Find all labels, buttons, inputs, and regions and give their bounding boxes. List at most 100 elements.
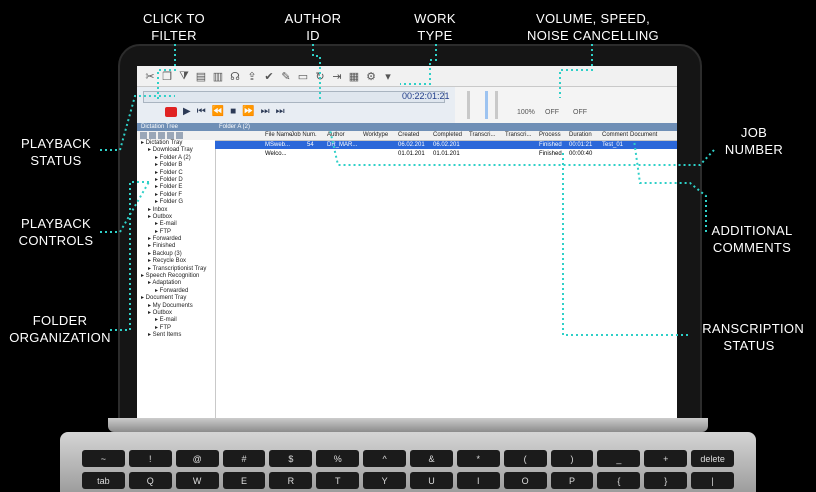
skip-forward-icon[interactable]: ⏭ xyxy=(261,106,270,117)
column-header[interactable]: Created xyxy=(398,132,419,138)
tree-item[interactable]: ▸ Folder A (2) xyxy=(137,155,215,162)
callout-folder-organization: FOLDER ORGANIZATION xyxy=(9,313,111,345)
tree-item[interactable]: ▸ Forwarded xyxy=(137,236,215,243)
keyboard-key: I xyxy=(456,472,500,489)
skip-back-icon[interactable]: ⏮ xyxy=(197,106,206,117)
export-icon[interactable]: ⇪ xyxy=(245,69,259,83)
callout-playback-controls: PLAYBACK CONTROLS xyxy=(18,216,94,248)
column-header[interactable]: Process xyxy=(539,132,561,138)
table-cell: 01.01.201 xyxy=(433,151,460,157)
tree-item[interactable]: ▸ Outbox xyxy=(137,310,215,317)
callout-work-type: WORK TYPE xyxy=(414,11,456,43)
tree-item[interactable]: ▸ Adaptation xyxy=(137,280,215,287)
tree-item[interactable]: ▸ E-mail xyxy=(137,221,215,228)
tree-item[interactable]: ▸ Inbox xyxy=(137,207,215,214)
column-header[interactable]: Document xyxy=(630,132,657,138)
keyboard-key: delete xyxy=(691,450,735,467)
dropdown-icon[interactable]: ▾ xyxy=(381,69,395,83)
stop-icon[interactable]: ■ xyxy=(230,106,236,117)
keyboard-key: $ xyxy=(269,450,313,467)
callout-author-id: AUTHOR ID xyxy=(284,11,342,43)
keyboard-key: E xyxy=(222,472,266,489)
tree-item[interactable]: ▸ Folder F xyxy=(137,192,215,199)
playback-status-bar[interactable]: 00:22:01:21 xyxy=(143,91,450,103)
table-cell: 06.02.201 xyxy=(398,142,425,148)
callout-volume-speed: VOLUME, SPEED, NOISE CANCELLING xyxy=(527,11,659,43)
tree-item[interactable]: ▸ Outbox xyxy=(137,214,215,221)
record-button[interactable] xyxy=(165,106,177,117)
table-cell: Finished xyxy=(539,151,562,157)
time-display: 00:22:01:21 xyxy=(402,91,450,101)
column-header[interactable]: Transcri... xyxy=(505,132,531,138)
column-header[interactable]: Comment xyxy=(602,132,628,138)
tree-item[interactable]: ▸ Folder C xyxy=(137,170,215,177)
playback-controls: ▶ ⏮ ⏪ ■ ⏩ ⏭ ⏭ xyxy=(165,106,285,117)
tree-item[interactable]: ▸ Finished xyxy=(137,243,215,250)
rewind-icon[interactable]: ⏪ xyxy=(212,106,224,117)
tree-item[interactable]: ▸ My Documents xyxy=(137,303,215,310)
tree-item[interactable]: ▸ Transcriptionist Tray xyxy=(137,266,215,273)
keyboard-key: Y xyxy=(363,472,407,489)
keyboard-key: W xyxy=(175,472,219,489)
callout-click-to-filter: CLICK TO FILTER xyxy=(143,11,205,43)
fast-forward-icon[interactable]: ⏩ xyxy=(242,106,254,117)
keyboard-key: @ xyxy=(175,450,219,467)
column-header[interactable]: Duration xyxy=(569,132,592,138)
volume-slider[interactable] xyxy=(467,91,470,119)
cut-icon[interactable]: ✂ xyxy=(143,69,157,83)
tree-item[interactable]: ▸ Folder G xyxy=(137,199,215,206)
column-header[interactable]: Worktype xyxy=(363,132,388,138)
grid-icon[interactable]: ▦ xyxy=(347,69,361,83)
tree-item[interactable]: ▸ E-mail xyxy=(137,317,215,324)
column-header[interactable]: Completed xyxy=(433,132,462,138)
tree-item[interactable]: ▸ Folder E xyxy=(137,184,215,191)
keyboard-key: % xyxy=(316,450,360,467)
tree-item[interactable]: ▸ Speech Recognition xyxy=(137,273,215,280)
tree-item[interactable]: ▸ Backup (3) xyxy=(137,251,215,258)
tree-item[interactable]: ▸ Dictation Tray xyxy=(137,140,215,147)
column-header[interactable]: File Name xyxy=(265,132,292,138)
edit-icon[interactable]: ✎ xyxy=(279,69,293,83)
tree-item[interactable]: ▸ Download Tray xyxy=(137,147,215,154)
settings-icon[interactable]: ⚙ xyxy=(364,69,378,83)
tree-item[interactable]: ▸ Forwarded xyxy=(137,288,215,295)
tree-item[interactable]: ▸ Folder D xyxy=(137,177,215,184)
keyboard-key: U xyxy=(410,472,453,489)
play-icon[interactable]: ▶ xyxy=(183,106,191,117)
tree-item[interactable]: ▸ Document Tray xyxy=(137,295,215,302)
refresh-icon[interactable]: ↻ xyxy=(313,69,327,83)
tree-item[interactable]: ▸ FTP xyxy=(137,229,215,236)
keyboard-key: } xyxy=(644,472,688,489)
table-cell: 00:00:40 xyxy=(569,151,593,157)
window-icon[interactable]: ▭ xyxy=(296,69,310,83)
dictation-tree: ▸ Dictation Tray ▸ Download Tray ▸ Folder … xyxy=(137,140,216,418)
checkmark-icon[interactable]: ✔ xyxy=(262,69,276,83)
tone-slider[interactable] xyxy=(495,91,498,119)
table-row[interactable]: Welco... 01.01.201 01.01.201 Finished 00:00:… xyxy=(215,150,677,158)
column-header[interactable]: Author xyxy=(327,132,345,138)
table-row[interactable]: MSweb... 54 DR_MAR... 06.02.201 06.02.201 Fin… xyxy=(215,141,677,149)
tree-item[interactable]: ▸ Recycle Box xyxy=(137,258,215,265)
document-icon[interactable]: ▥ xyxy=(211,69,225,83)
tree-item[interactable]: ▸ Folder B xyxy=(137,162,215,169)
table-cell: 06.02.201 xyxy=(433,142,460,148)
keyboard: ~! @ # $% ^ & *() _ + delete tab Q W E R T Y U I O P{} | xyxy=(60,432,756,492)
speed-slider[interactable] xyxy=(485,91,488,119)
keyboard-key: + xyxy=(644,450,688,467)
send-icon[interactable]: ⇥ xyxy=(330,69,344,83)
tree-item[interactable]: ▸ Sent Items xyxy=(137,332,215,339)
keyboard-key: tab xyxy=(82,472,125,489)
copy-icon[interactable]: ❐ xyxy=(160,69,174,83)
laptop-base xyxy=(108,418,708,432)
filter-icon[interactable]: ⧩ xyxy=(177,69,191,83)
tree-item[interactable]: ▸ FTP xyxy=(137,325,215,332)
keyboard-key: ) xyxy=(550,450,594,467)
headphones-icon[interactable]: ☊ xyxy=(228,69,242,83)
column-header[interactable]: Transcri... xyxy=(469,132,495,138)
end-icon[interactable]: ⏭ xyxy=(276,106,285,117)
column-header[interactable]: Job Num. xyxy=(291,132,317,138)
keyboard-key: & xyxy=(410,450,453,467)
tree-toolbar xyxy=(137,131,218,140)
table-cell: 54 xyxy=(307,142,314,148)
document-icon[interactable]: ▤ xyxy=(194,69,208,83)
